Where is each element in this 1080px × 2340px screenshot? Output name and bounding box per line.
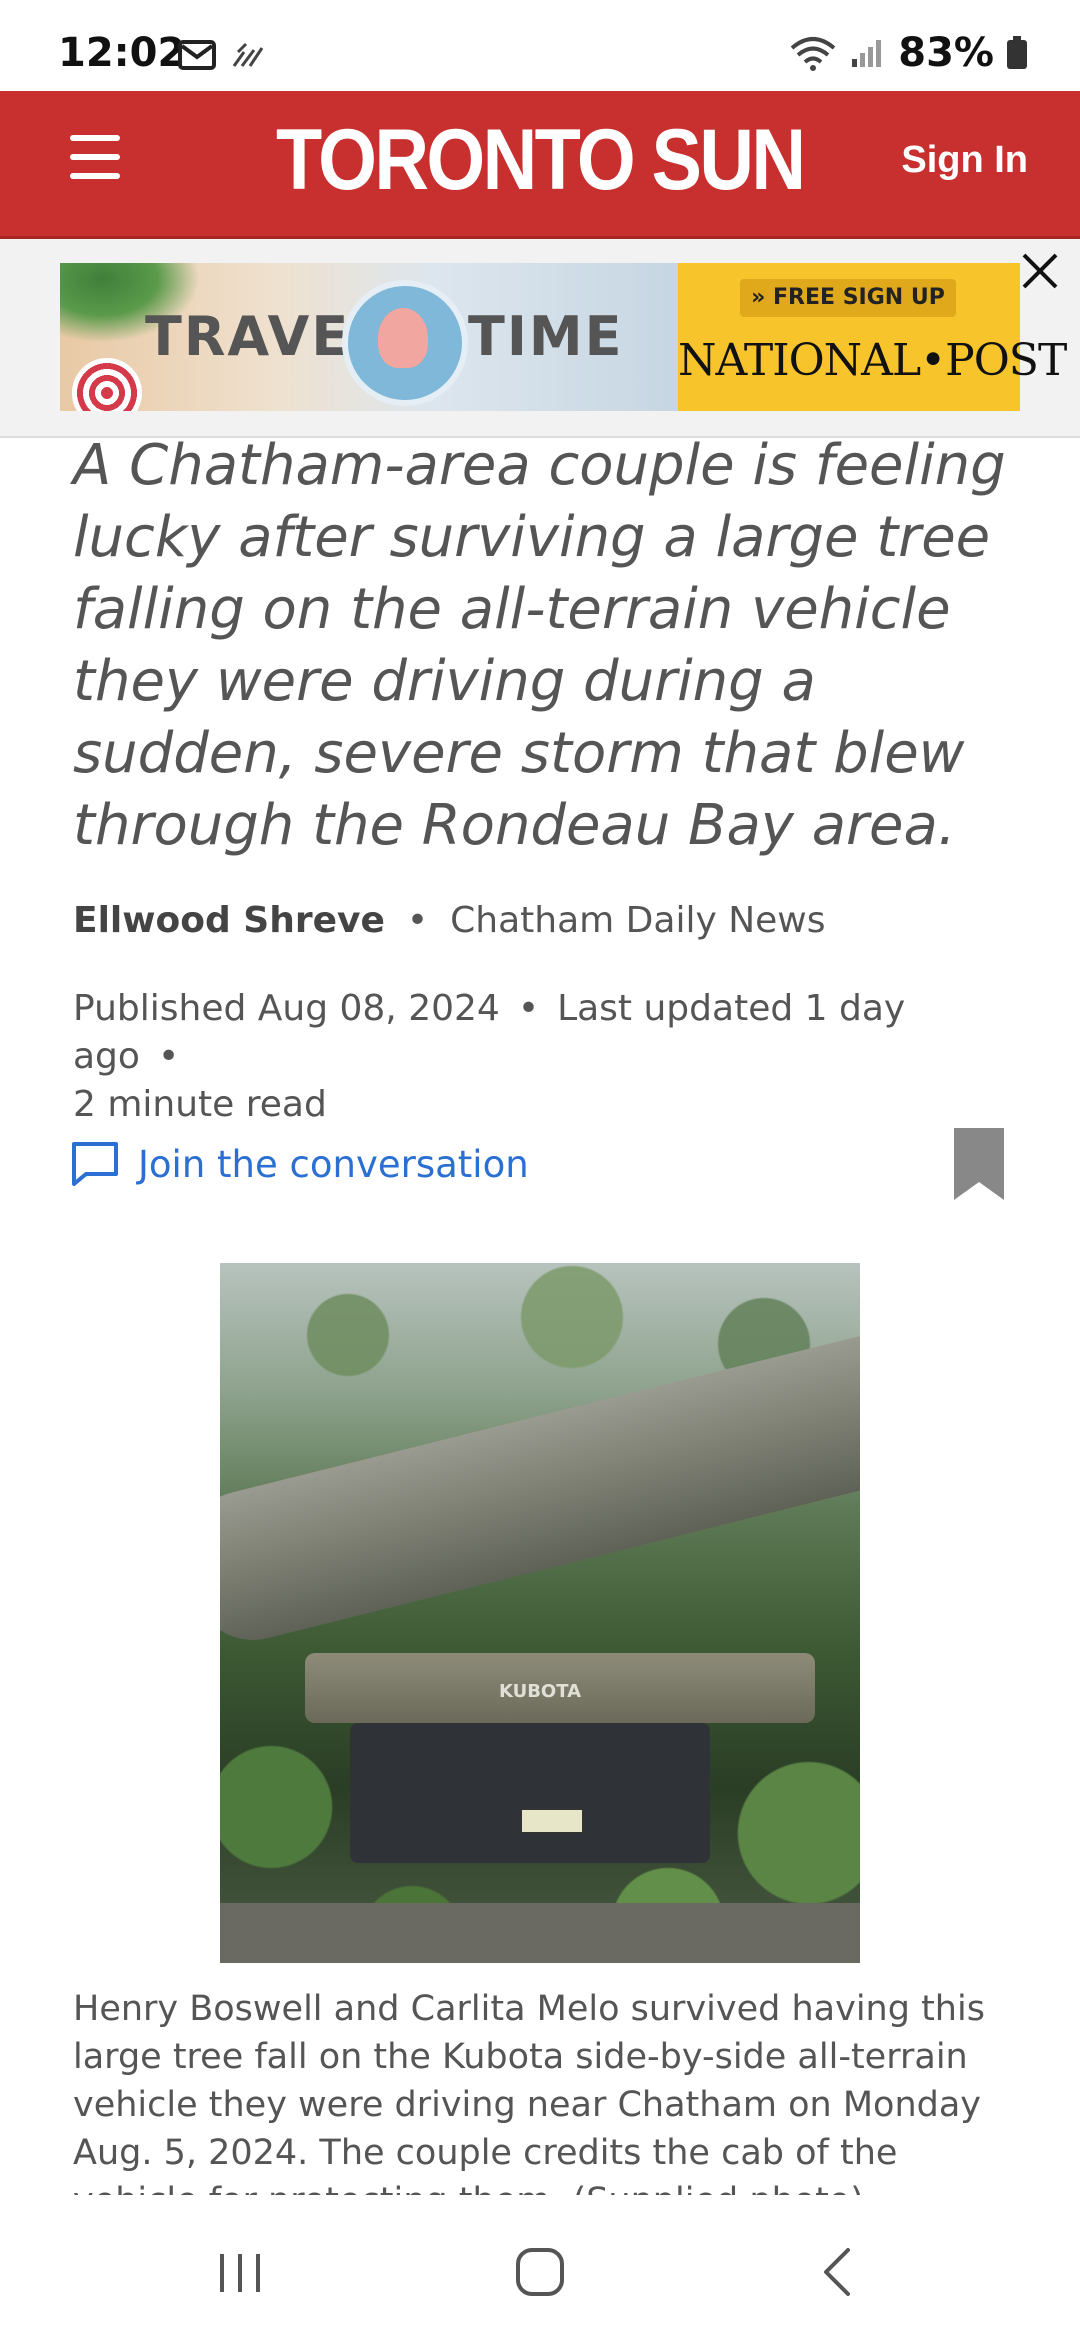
separator-dot: • <box>157 1036 180 1077</box>
site-header: TORONTO SUN Sign In <box>0 91 1080 239</box>
byline: Ellwood Shreve • Chatham Daily News <box>73 900 825 941</box>
join-conversation-link[interactable]: Join the conversation <box>70 1140 529 1188</box>
close-icon[interactable] <box>1014 245 1066 297</box>
battery-icon <box>1007 36 1027 69</box>
separator-dot: • <box>406 900 429 941</box>
ad-publisher: NATIONAL•POST <box>678 335 1067 386</box>
author-link[interactable]: Ellwood Shreve <box>73 900 385 941</box>
ad-national-post: » FREE SIGN UP NATIONAL•POST <box>678 263 1067 411</box>
wifi-icon <box>790 37 836 71</box>
ad-travel-time: TRAVEL TIME <box>60 263 678 411</box>
status-icons-left <box>178 40 266 70</box>
status-right: 83% <box>788 30 1028 76</box>
status-bar: 12:02 83% <box>0 0 1080 90</box>
ad-signup-button[interactable]: » FREE SIGN UP <box>740 279 956 317</box>
ad-area: TRAVEL TIME » FREE SIGN UP NATIONAL•POST <box>0 239 1080 438</box>
photo-vehicle-brand: KUBOTA <box>498 1681 582 1702</box>
umbrella-graphic <box>72 358 142 411</box>
status-time: 12:02 <box>58 30 186 76</box>
comment-icon <box>72 1142 118 1186</box>
article-dek: A Chatham-area couple is feeling lucky a… <box>73 433 1006 858</box>
article-meta: Published Aug 08, 2024 • Last updated 1 da… <box>73 985 1023 1129</box>
ad-swimmer-graphic <box>342 280 468 406</box>
published-date: Published Aug 08, 2024 <box>73 988 500 1029</box>
mail-icon <box>178 40 216 70</box>
bookmark-icon[interactable] <box>954 1128 1004 1200</box>
data-icon <box>232 42 264 67</box>
source-name: Chatham Daily News <box>450 900 826 941</box>
system-nav-bar <box>0 2200 1080 2340</box>
photo-ground <box>220 1903 860 1963</box>
separator-dot: • <box>517 988 540 1029</box>
battery-percent: 83% <box>898 30 994 76</box>
sign-in-button[interactable]: Sign In <box>901 139 1028 182</box>
photo-caption: Henry Boswell and Carlita Melo survived … <box>73 1989 985 2195</box>
article-photo[interactable]: KUBOTA <box>220 1263 860 1963</box>
ad-time-word: TIME <box>468 305 624 368</box>
read-time: 2 minute read <box>73 1084 327 1125</box>
signal-icon <box>852 40 882 67</box>
recents-icon[interactable] <box>200 2242 280 2302</box>
home-icon[interactable] <box>500 2242 580 2302</box>
ad-banner[interactable]: TRAVEL TIME » FREE SIGN UP NATIONAL•POST <box>60 263 1067 411</box>
conversation-label: Join the conversation <box>138 1142 529 1186</box>
back-icon[interactable] <box>800 2242 880 2302</box>
